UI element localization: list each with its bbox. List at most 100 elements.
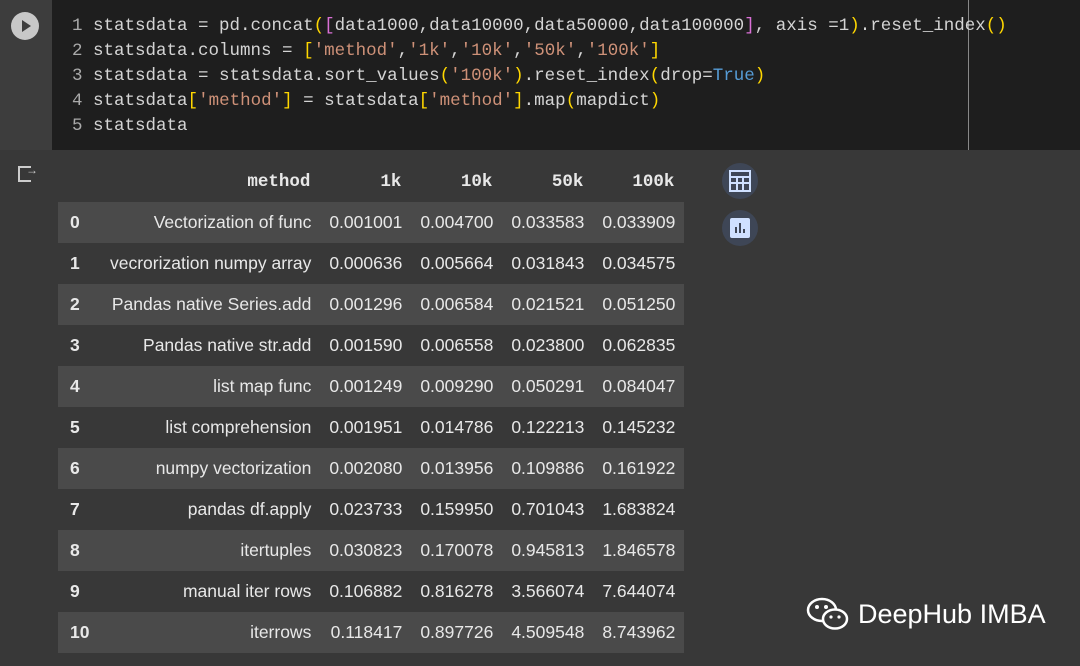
table-cell: 4.509548 bbox=[502, 612, 594, 653]
code-editor[interactable]: 1 statsdata = pd.concat([data1000,data10… bbox=[52, 0, 1080, 150]
code-line[interactable]: 5 statsdata bbox=[72, 114, 188, 139]
code-token: , axis =1 bbox=[754, 16, 850, 36]
table-cell: 0.159950 bbox=[420, 499, 494, 519]
code-token: , bbox=[397, 41, 409, 61]
row-index: 9 bbox=[70, 581, 80, 601]
line-number: 3 bbox=[72, 66, 83, 86]
table-cell: 1.846578 bbox=[593, 530, 685, 571]
table-cell: 0.030823 bbox=[320, 530, 412, 571]
code-token: '100k' bbox=[586, 41, 650, 61]
column-header: 10k bbox=[460, 172, 493, 192]
table-row: 0 Vectorization of func 0.001001 0.004700 0.… bbox=[58, 202, 685, 243]
code-token: [ bbox=[303, 41, 314, 61]
code-line[interactable]: 2 statsdata.columns = ['method','1k','10… bbox=[72, 39, 660, 64]
code-token: '100k' bbox=[450, 66, 514, 86]
column-header bbox=[58, 162, 101, 202]
code-token: ) bbox=[513, 66, 524, 86]
code-token: ( bbox=[313, 16, 325, 36]
code-token: ] bbox=[649, 41, 661, 61]
table-cell: list map func bbox=[101, 366, 321, 407]
table-cell: Pandas native str.add bbox=[143, 335, 312, 355]
code-token: ) bbox=[849, 16, 860, 36]
table-cell: 0.001249 bbox=[320, 366, 412, 407]
code-token: ] bbox=[282, 91, 293, 111]
table-row: 6 numpy vectorization 0.002080 0.013956 0.10… bbox=[58, 448, 685, 489]
line-number: 5 bbox=[72, 116, 83, 136]
table-cell: 0.945813 bbox=[502, 530, 594, 571]
row-index: 1 bbox=[70, 253, 80, 273]
table-row: 4 list map func 0.001249 0.009290 0.050291 0.… bbox=[58, 366, 685, 407]
code-line[interactable]: 1 statsdata = pd.concat([data1000,data10… bbox=[72, 14, 1007, 39]
table-cell: 0.161922 bbox=[593, 448, 685, 489]
table-cell: 0.001001 bbox=[320, 202, 412, 243]
line-number: 2 bbox=[72, 41, 83, 61]
code-token: '50k' bbox=[523, 41, 577, 61]
table-cell: 0.034575 bbox=[602, 253, 676, 273]
code-token: [ bbox=[324, 16, 335, 36]
code-token: () bbox=[985, 16, 1007, 36]
watermark: DeepHub IMBA bbox=[806, 596, 1046, 632]
table-cell: 0.009290 bbox=[411, 366, 503, 407]
row-index: 3 bbox=[70, 335, 80, 355]
table-cell: 0.013956 bbox=[411, 448, 503, 489]
table-cell: 0.816278 bbox=[420, 581, 494, 601]
table-cell: 0.033909 bbox=[593, 202, 685, 243]
row-index: 10 bbox=[58, 612, 101, 653]
table-cell: 0.001951 bbox=[329, 417, 403, 437]
output-icon[interactable] bbox=[18, 163, 38, 182]
table-cell: vecrorization numpy array bbox=[110, 253, 312, 273]
code-token: , bbox=[450, 41, 461, 61]
table-cell: 3.566074 bbox=[511, 581, 585, 601]
line-number: 1 bbox=[72, 16, 83, 36]
dataframe-table: method 1k 10k 50k 100k 0 Vectorization of func… bbox=[58, 162, 685, 653]
code-token: ) bbox=[754, 66, 766, 86]
code-line[interactable]: 4 statsdata['method'] = statsdata['metho… bbox=[72, 89, 660, 114]
code-token: ( bbox=[439, 66, 451, 86]
table-cell: list comprehension bbox=[165, 417, 312, 437]
interactive-table-button[interactable] bbox=[722, 163, 758, 199]
table-cell: manual iter rows bbox=[182, 581, 312, 601]
table-cell: 0.004700 bbox=[411, 202, 503, 243]
code-token: [ bbox=[418, 91, 430, 111]
code-token: statsdata = statsdata.sort_values bbox=[93, 66, 440, 86]
table-cell: 0.051250 bbox=[593, 284, 685, 325]
column-header: 1k bbox=[380, 172, 402, 192]
code-token: data1000,data10000,data50000,data100000 bbox=[334, 16, 745, 36]
table-row: 8 itertuples 0.030823 0.170078 0.945813 1.846… bbox=[58, 530, 685, 571]
code-token: 'method' bbox=[313, 41, 398, 61]
line-number: 4 bbox=[72, 91, 83, 111]
table-cell: 0.122213 bbox=[511, 417, 585, 437]
table-cell: 8.743962 bbox=[593, 612, 685, 653]
code-token: '1k' bbox=[408, 41, 451, 61]
code-token: mapdict bbox=[576, 91, 650, 111]
code-token: , bbox=[576, 41, 587, 61]
suggest-charts-button[interactable] bbox=[722, 210, 758, 246]
table-cell: 0.145232 bbox=[602, 417, 676, 437]
table-cell: 7.644074 bbox=[602, 581, 676, 601]
code-line[interactable]: 3 statsdata = statsdata.sort_values('100… bbox=[72, 64, 765, 89]
table-row: 5 list comprehension 0.001951 0.014786 0.122… bbox=[58, 407, 684, 448]
table-row: 10 iterrows 0.118417 0.897726 4.509548 8.7439… bbox=[58, 612, 685, 653]
table-cell: pandas df.apply bbox=[187, 499, 312, 519]
table-cell: 0.118417 bbox=[320, 612, 412, 653]
table-cell: iterrows bbox=[101, 612, 321, 653]
table-cell: Vectorization of func bbox=[101, 202, 321, 243]
code-token: .reset_index bbox=[859, 16, 986, 36]
code-token: ] bbox=[744, 16, 755, 36]
table-cell: itertuples bbox=[101, 530, 321, 571]
code-token: 'method' bbox=[429, 91, 514, 111]
cell-gutter bbox=[0, 0, 52, 150]
watermark-text: DeepHub IMBA bbox=[858, 598, 1046, 629]
table-row: 9 manual iter rows 0.106882 0.816278 3.56607… bbox=[58, 571, 684, 612]
code-token: ) bbox=[649, 91, 661, 111]
table-cell: 0.084047 bbox=[593, 366, 685, 407]
code-token: statsdata = pd.concat bbox=[93, 16, 314, 36]
table-cell: 0.023733 bbox=[329, 499, 403, 519]
table-cell: 0.031843 bbox=[511, 253, 585, 273]
table-cell: 0.062835 bbox=[602, 335, 676, 355]
table-cell: 0.006558 bbox=[420, 335, 494, 355]
run-cell-button[interactable] bbox=[11, 12, 39, 40]
code-token: .reset_index bbox=[523, 66, 650, 86]
code-token: ( bbox=[565, 91, 577, 111]
code-token: statsdata.columns = bbox=[93, 41, 304, 61]
